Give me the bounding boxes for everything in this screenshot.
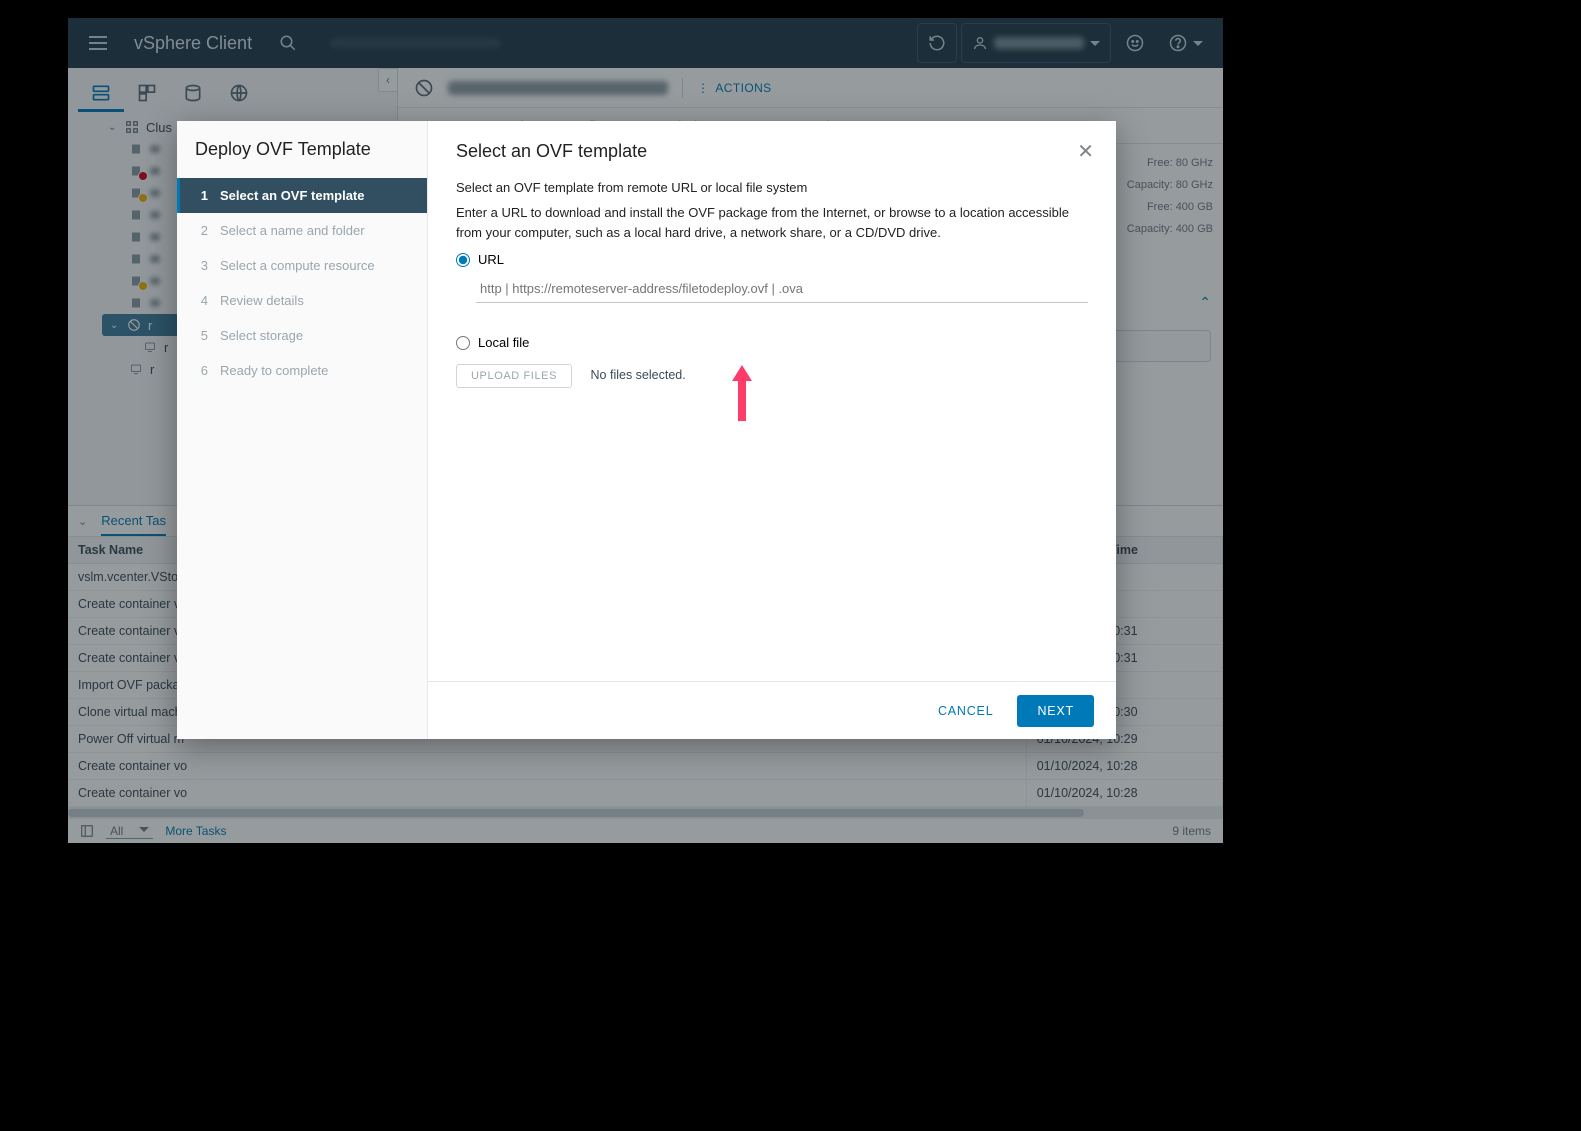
step-heading: Select an OVF template (456, 141, 1088, 162)
step-subtitle: Select an OVF template from remote URL o… (456, 180, 1088, 195)
no-files-label: No files selected. (591, 368, 686, 382)
wizard-steps: Deploy OVF Template 1Select an OVF templ… (177, 121, 428, 739)
cancel-button[interactable]: CANCEL (928, 696, 1004, 726)
wizard-step: 6Ready to complete (177, 353, 427, 388)
upload-files-button[interactable]: UPLOAD FILES (456, 364, 572, 388)
wizard-step: 5Select storage (177, 318, 427, 353)
next-button[interactable]: NEXT (1017, 695, 1094, 727)
vsphere-client-app: vSphere Client (68, 18, 1223, 843)
wizard-step: 3Select a compute resource (177, 248, 427, 283)
close-icon[interactable]: ✕ (1077, 139, 1094, 164)
wizard-step: 4Review details (177, 283, 427, 318)
wizard-step[interactable]: 1Select an OVF template (177, 178, 427, 213)
wizard-step: 2Select a name and folder (177, 213, 427, 248)
url-radio[interactable]: URL (456, 252, 1088, 267)
url-input[interactable] (476, 275, 1088, 303)
wizard-title: Deploy OVF Template (177, 139, 427, 178)
wizard-footer: CANCEL NEXT (428, 681, 1116, 739)
local-file-radio[interactable]: Local file (456, 335, 1088, 350)
deploy-ovf-modal: Deploy OVF Template 1Select an OVF templ… (177, 121, 1116, 739)
step-description: Enter a URL to download and install the … (456, 203, 1088, 242)
